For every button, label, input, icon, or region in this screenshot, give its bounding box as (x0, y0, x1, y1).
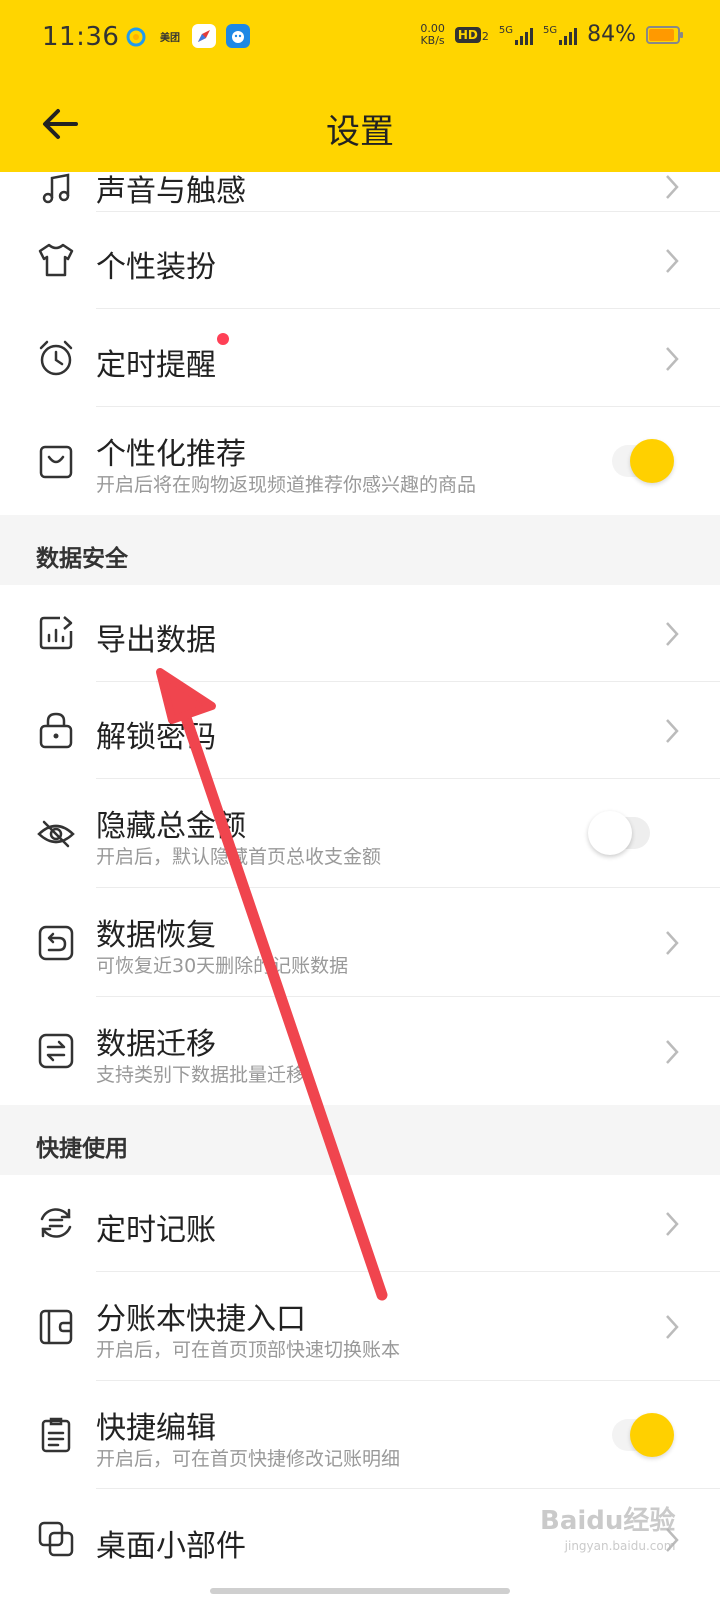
page-title: 设置 (326, 112, 394, 152)
status-right: 0.00 KB/s HD 2 5G 5G 84% (420, 21, 683, 47)
notification-icons: 美团 (124, 24, 250, 48)
hide-amount-desc: 开启后，默认隐藏首页总收支金额 (96, 846, 382, 868)
scheduled-bookkeeping-label: 定时记账 (96, 1213, 216, 1248)
data-restore-item[interactable]: 数据恢复 可恢复近30天删除的记账数据 (0, 888, 720, 997)
tshirt-icon (36, 240, 76, 280)
status-bar: 11:36 美团 0.00 KB/s HD 2 5G 5G 84% (0, 0, 720, 78)
data-migrate-label: 数据迁移 (96, 1027, 216, 1062)
restore-icon (36, 923, 76, 963)
hd-badge: HD (454, 26, 481, 43)
meituan-app-icon: 美团 (158, 24, 182, 48)
personalized-recommend-label: 个性化推荐 (96, 437, 246, 472)
signal-sim1: 5G (499, 25, 533, 45)
watermark-text: Baidu经验 (540, 1506, 676, 1536)
export-chart-icon (36, 613, 76, 653)
battery-icon (646, 25, 683, 44)
net-speed: 0.00 KB/s (420, 21, 445, 47)
chevron-right-icon (660, 246, 684, 276)
settings-list: 声音与触感 个性装扮 定时提醒 个性化推荐 开启后将在购物返现频道推荐你感兴趣的… (0, 0, 720, 1600)
app-header: 11:36 美团 0.00 KB/s HD 2 5G 5G 84% 设置 (0, 0, 720, 172)
section-header-quick-use: 快捷使用 (0, 1105, 720, 1175)
toggle-knob (588, 811, 632, 855)
personal-theme-item[interactable]: 个性装扮 (0, 212, 720, 309)
sound-haptics-label: 声音与触感 (96, 174, 246, 209)
chevron-right-icon (660, 1312, 684, 1342)
chat-app-icon (226, 24, 250, 48)
chevron-right-icon (660, 1209, 684, 1239)
quick-edit-label: 快捷编辑 (96, 1411, 216, 1446)
unlock-password-label: 解锁密码 (96, 720, 216, 755)
personalized-recommend-item: 个性化推荐 开启后将在购物返现频道推荐你感兴趣的商品 (0, 407, 720, 515)
chevron-right-icon (660, 716, 684, 746)
home-indicator[interactable] (210, 1588, 510, 1594)
lock-icon (36, 710, 76, 750)
recurring-icon (36, 1203, 76, 1243)
scheduled-reminder-item[interactable]: 定时提醒 (0, 309, 720, 407)
clipboard-list-icon (36, 1415, 76, 1455)
personalized-recommend-desc: 开启后将在购物返现频道推荐你感兴趣的商品 (96, 474, 477, 496)
hide-amount-item: 隐藏总金额 开启后，默认隐藏首页总收支金额 (0, 779, 720, 888)
net-speed-value: 0.00 (420, 21, 445, 35)
music-note-icon (36, 168, 76, 208)
toggle-knob (630, 439, 674, 483)
chevron-right-icon (660, 619, 684, 649)
desktop-widget-label: 桌面小部件 (96, 1529, 246, 1564)
chevron-right-icon (660, 172, 684, 202)
toggle-knob (630, 1413, 674, 1457)
personal-theme-label: 个性装扮 (96, 250, 216, 285)
chevron-right-icon (660, 928, 684, 958)
chevron-right-icon (660, 344, 684, 374)
hd-sub: 2 (481, 29, 489, 43)
weather-app-icon (124, 24, 148, 48)
account-book-shortcut-desc: 开启后，可在首页顶部快速切换账本 (96, 1339, 401, 1361)
signal-sim2: 5G (542, 24, 578, 45)
quick-edit-toggle[interactable] (612, 1413, 674, 1457)
net-speed-unit: KB/s (420, 33, 445, 47)
section-title: 数据安全 (36, 546, 128, 572)
scheduled-reminder-label: 定时提醒 (96, 348, 216, 383)
data-restore-desc: 可恢复近30天删除的记账数据 (96, 955, 349, 977)
status-time: 11:36 (42, 22, 120, 52)
baidu-watermark: Baidu经验 jingyan.baidu.com (540, 1500, 675, 1553)
battery-percent: 84% (587, 22, 636, 47)
chevron-right-icon (660, 1037, 684, 1067)
widget-squares-icon (36, 1519, 76, 1559)
quick-edit-item: 快捷编辑 开启后，可在首页快捷修改记账明细 (0, 1381, 720, 1489)
personalized-recommend-toggle[interactable] (612, 439, 674, 483)
hide-amount-toggle[interactable] (588, 811, 650, 855)
compass-app-icon (192, 24, 216, 48)
eye-off-icon (36, 814, 76, 854)
shopping-bag-icon (36, 441, 76, 481)
notification-badge (217, 333, 229, 345)
signal-bars-icon (514, 25, 533, 45)
export-data-item[interactable]: 导出数据 (0, 585, 720, 682)
hide-amount-label: 隐藏总金额 (96, 809, 246, 844)
hd-indicator: HD 2 (454, 26, 489, 43)
account-book-shortcut-item[interactable]: 分账本快捷入口 开启后，可在首页顶部快速切换账本 (0, 1272, 720, 1381)
wallet-book-icon (36, 1307, 76, 1347)
swap-arrows-icon (36, 1031, 76, 1071)
section-title: 快捷使用 (36, 1136, 128, 1162)
unlock-password-item[interactable]: 解锁密码 (0, 682, 720, 779)
data-migrate-item[interactable]: 数据迁移 支持类别下数据批量迁移 (0, 997, 720, 1105)
sim1-label: 5G (498, 24, 513, 36)
export-data-label: 导出数据 (96, 623, 216, 658)
quick-edit-desc: 开启后，可在首页快捷修改记账明细 (96, 1448, 401, 1470)
scheduled-bookkeeping-item[interactable]: 定时记账 (0, 1175, 720, 1272)
account-book-shortcut-label: 分账本快捷入口 (96, 1302, 306, 1337)
signal-bars-icon (559, 25, 578, 45)
sim2-label: 5G (542, 24, 558, 36)
data-migrate-desc: 支持类别下数据批量迁移 (96, 1064, 306, 1086)
section-header-data-security: 数据安全 (0, 515, 720, 585)
alarm-clock-icon (36, 338, 76, 378)
data-restore-label: 数据恢复 (96, 918, 216, 953)
watermark-url: jingyan.baidu.com (564, 1539, 676, 1553)
